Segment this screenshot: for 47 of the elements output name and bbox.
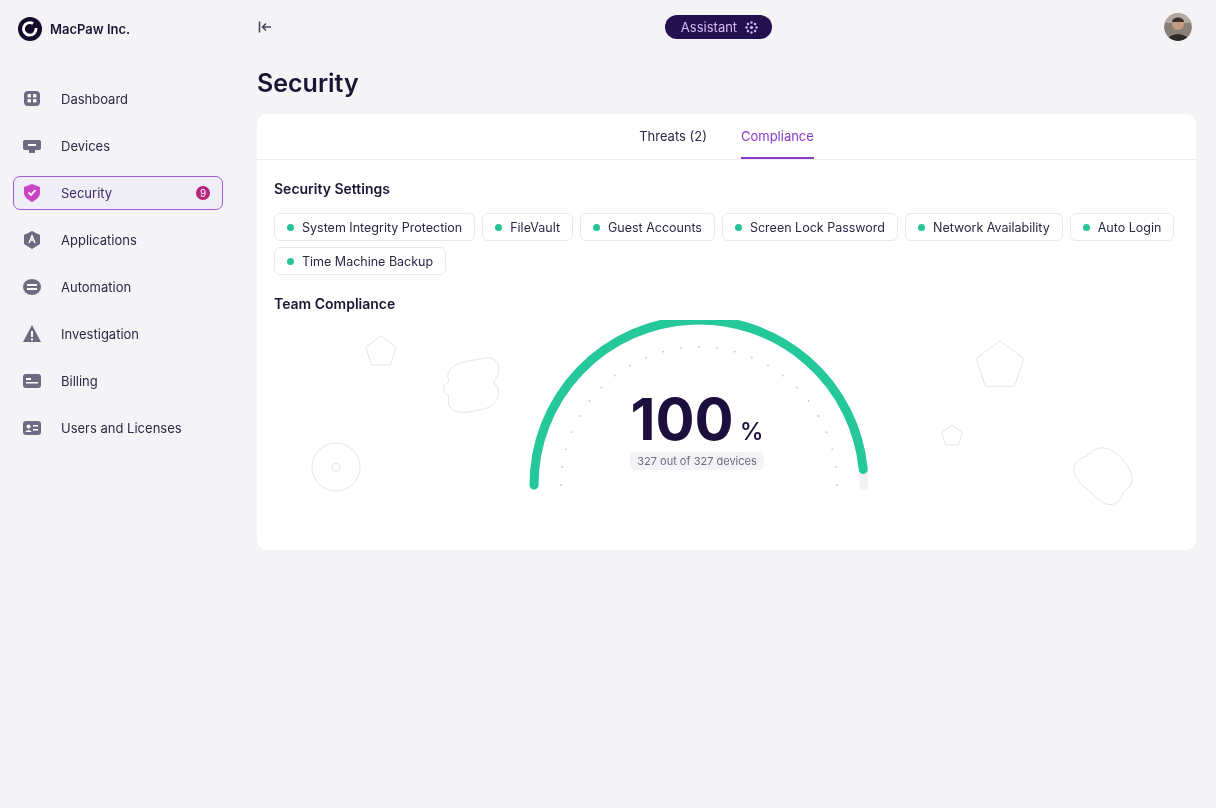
sidebar-item[interactable]: Applications [13, 223, 223, 257]
organization-name: MacPaw Inc. [50, 21, 131, 37]
sidebar-item[interactable]: Users and Licenses [13, 411, 223, 445]
count-badge: 9 [196, 186, 210, 200]
warning-icon [22, 324, 42, 344]
outline-shape [365, 335, 397, 366]
setting-chip[interactable]: Auto Login [1069, 213, 1175, 241]
sidebar-item[interactable]: Security 9 [13, 176, 223, 210]
device-count: 327 out of 327 devices [630, 452, 764, 470]
status-dot [734, 223, 742, 231]
compliance-value: 100 [630, 388, 734, 450]
sidebar-item[interactable]: Devices [13, 129, 223, 163]
outline-shape [1073, 447, 1133, 505]
setting-chip[interactable]: Time Machine Backup [274, 247, 447, 275]
collapse-sidebar-icon[interactable] [257, 19, 273, 35]
setting-chip[interactable]: Network Availability [905, 213, 1063, 241]
status-dot [918, 223, 926, 231]
status-dot [1082, 223, 1090, 231]
sidebar-item[interactable]: Investigation [13, 317, 223, 351]
outline-shape [975, 340, 1025, 387]
status-dot [495, 223, 503, 231]
shield-check-icon [22, 183, 42, 203]
assistant-button[interactable]: Assistant [664, 15, 773, 39]
sidebar-item[interactable]: Dashboard [13, 82, 223, 116]
outline-shape [941, 424, 963, 446]
sparkle-dots-icon [745, 20, 759, 34]
status-dot [287, 223, 294, 231]
section-title: Security Settings [274, 180, 391, 197]
setting-chip[interactable]: Guest Accounts [580, 213, 715, 241]
status-dot [287, 257, 294, 265]
sidebar-item[interactable]: Billing [13, 364, 223, 398]
sidebar-item[interactable]: Automation [13, 270, 223, 304]
setting-chip[interactable]: Screen Lock Password [721, 213, 899, 241]
setting-chip[interactable]: FileVault [482, 213, 573, 241]
outline-shape [443, 357, 500, 413]
tab[interactable]: Compliance [740, 114, 814, 159]
percent-sign: % [739, 417, 764, 446]
card-icon [22, 371, 42, 391]
logo-icon [18, 17, 42, 41]
setting-chip[interactable]: System Integrity Protection [274, 213, 476, 241]
status-dot [593, 223, 600, 231]
dashboard-icon [22, 89, 42, 109]
id-card-icon [22, 418, 42, 438]
page-title: Security [257, 68, 360, 98]
tab[interactable]: Threats (2) [639, 114, 707, 159]
outline-shape [311, 442, 361, 492]
section-title: Team Compliance [274, 295, 397, 312]
